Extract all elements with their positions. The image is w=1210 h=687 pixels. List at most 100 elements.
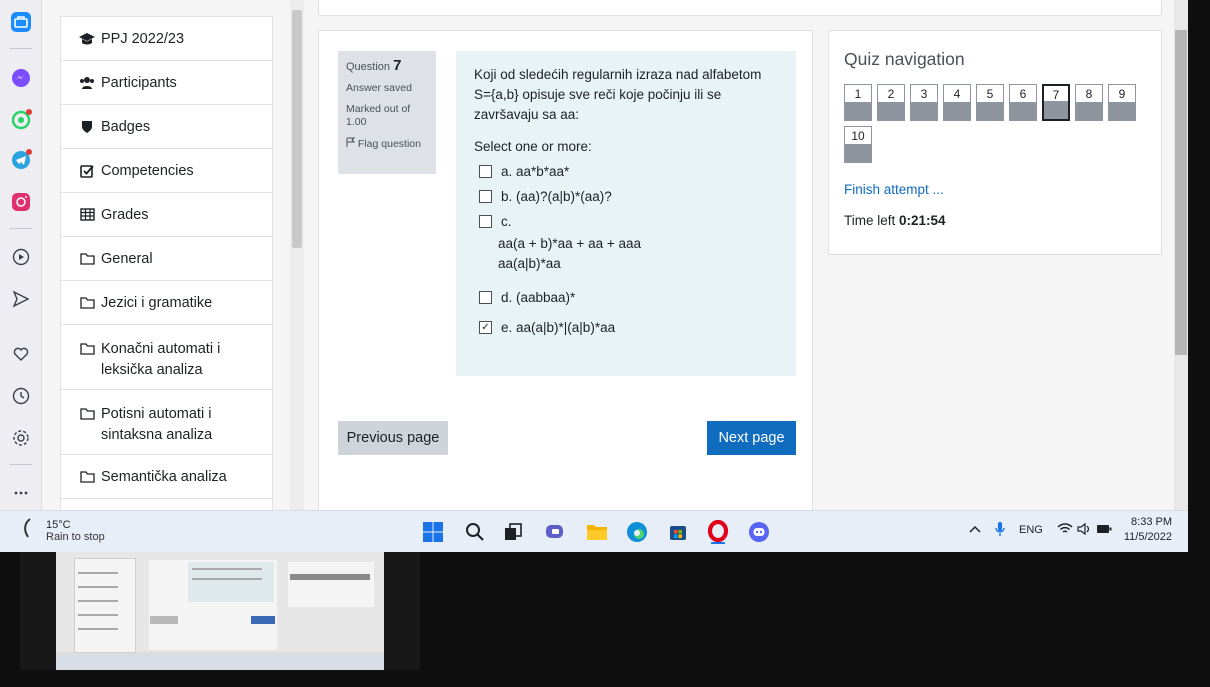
answer-option-d[interactable]: d. (aabbaa)* [474, 288, 778, 308]
quiz-nav-button[interactable]: 4 [943, 84, 971, 121]
sidebar-item-label: Competencies [101, 162, 194, 179]
checkbox-checked[interactable]: ✓ [479, 321, 492, 334]
volume-icon[interactable] [1077, 522, 1092, 538]
battery-icon[interactable] [1096, 524, 1112, 537]
settings-icon[interactable] [9, 426, 33, 450]
course-home-link[interactable]: PPJ 2022/23 [61, 17, 272, 61]
quiz-navigation-title: Quiz navigation [844, 49, 965, 69]
shield-icon [79, 119, 95, 135]
question-card: Question 7 Answer saved Marked out of 1.… [318, 30, 813, 510]
question-number-value: 7 [393, 57, 402, 74]
sidebar-item-grades[interactable]: Grades [61, 193, 272, 237]
player-icon[interactable] [9, 245, 33, 269]
wifi-icon[interactable] [1057, 522, 1073, 538]
quiz-navigation: Quiz navigation 1 2 3 4 5 6 7 8 9 10 Fin… [828, 30, 1162, 255]
sidebar-item-label: Grades [101, 206, 149, 223]
chat-icon[interactable] [543, 520, 567, 544]
question-label: Question [346, 61, 391, 73]
time-left-value: 0:21:54 [899, 213, 946, 228]
sidebar-item-participants[interactable]: Participants [61, 61, 272, 105]
messenger-icon[interactable] [9, 66, 33, 90]
checkbox[interactable] [479, 215, 492, 228]
quiz-nav-button[interactable]: 6 [1009, 84, 1037, 121]
telegram-icon[interactable] [9, 148, 33, 172]
select-label: Select one or more: [474, 139, 592, 154]
answer-option-b[interactable]: b. (aa)?(a|b)*(aa)? [474, 187, 778, 207]
checkbox[interactable] [479, 190, 492, 203]
checkbox-icon [79, 163, 95, 179]
time-left: Time left 0:21:54 [844, 213, 1146, 228]
flag-question-button[interactable]: Flag question [346, 137, 428, 151]
answer-label: c. [501, 214, 512, 229]
quiz-nav-button[interactable]: 5 [976, 84, 1004, 121]
sidebar-item-label: Participants [101, 74, 177, 91]
search-icon[interactable] [463, 520, 487, 544]
answer-label: d. (aabbaa)* [501, 290, 576, 305]
screen-thumbnail [20, 552, 420, 670]
next-page-button[interactable]: Next page [707, 421, 796, 455]
answer-line: aa(a + b)*aa + aa + aaa [498, 236, 641, 251]
workspaces-icon[interactable] [9, 10, 33, 34]
send-icon[interactable] [9, 287, 33, 311]
checkbox[interactable] [479, 291, 492, 304]
folder-icon [79, 469, 95, 485]
weather-condition: Rain to stop [46, 530, 105, 543]
heart-icon[interactable] [9, 342, 33, 366]
task-view-icon[interactable] [501, 520, 525, 544]
browser-sidebar [0, 0, 42, 510]
time-left-label: Time left [844, 213, 896, 228]
page-scrollbar[interactable] [1174, 0, 1188, 510]
answer-label: e. aa(a|b)*|(a|b)*aa [501, 320, 616, 335]
question-grade: Marked out of 1.00 [346, 103, 411, 128]
quiz-nav-button[interactable]: 8 [1075, 84, 1103, 121]
sidebar-item-label: PPJ 2022/23 [101, 30, 185, 47]
instagram-icon[interactable] [9, 190, 33, 214]
answer-option-c[interactable]: c. aa(a + b)*aa + aa + aaa aa(a|b)*aa [474, 212, 778, 274]
users-icon [79, 75, 95, 91]
discord-icon[interactable] [747, 520, 771, 544]
question-content: Koji od sledećih regularnih izraza nad a… [456, 51, 796, 376]
sidebar-item-label: Semantička analiza [101, 468, 227, 485]
weather-widget[interactable]: 15°C Rain to stop [22, 517, 105, 544]
answer-option-e[interactable]: ✓ e. aa(a|b)*|(a|b)*aa [474, 318, 778, 338]
windows-start-icon[interactable] [421, 520, 445, 544]
quiz-nav-button[interactable]: 3 [910, 84, 938, 121]
sidebar-item-competencies[interactable]: Competencies [61, 149, 272, 193]
store-icon[interactable] [666, 520, 690, 544]
sidebar-item-badges[interactable]: Badges [61, 105, 272, 149]
edge-icon[interactable] [625, 520, 649, 544]
quiz-nav-buttons: 1 2 3 4 5 6 7 8 9 10 [844, 84, 1144, 168]
history-icon[interactable] [9, 384, 33, 408]
folder-icon [79, 405, 95, 421]
sidebar-item-potisni[interactable]: Potisni automati i sintaksna analiza [61, 390, 272, 455]
answer-label: b. (aa)?(a|b)*(aa)? [501, 189, 612, 204]
course-index-scrollbar[interactable] [290, 0, 304, 510]
sidebar-item-label: General [101, 250, 153, 267]
sidebar-item-semanticka[interactable]: Semantička analiza [61, 455, 272, 499]
answer-label: a. aa*b*aa* [501, 164, 570, 179]
file-explorer-icon[interactable] [585, 520, 609, 544]
sidebar-item-konacni[interactable]: Konačni automati i leksička analiza [61, 325, 272, 390]
checkbox[interactable] [479, 165, 492, 178]
language-indicator[interactable]: ENG [1019, 524, 1043, 536]
whatsapp-icon[interactable] [9, 108, 33, 132]
answer-option-a[interactable]: a. aa*b*aa* [474, 162, 778, 182]
clock-date: 11/5/2022 [1123, 531, 1172, 543]
opera-icon[interactable] [706, 520, 730, 544]
sidebar-item-general[interactable]: General [61, 237, 272, 281]
quiz-nav-button[interactable]: 9 [1108, 84, 1136, 121]
microphone-icon[interactable] [995, 521, 1005, 540]
sidebar-item-label: Badges [101, 118, 151, 135]
question-state: Answer saved [346, 82, 412, 94]
sidebar-item-jezici[interactable]: Jezici i gramatike [61, 281, 272, 325]
chevron-up-icon[interactable] [969, 524, 981, 536]
quiz-nav-button[interactable]: 1 [844, 84, 872, 121]
previous-page-button[interactable]: Previous page [338, 421, 448, 455]
more-icon[interactable] [9, 478, 33, 502]
sidebar-item-label: Potisni automati i sintaksna analiza [101, 406, 213, 443]
finish-attempt-link[interactable]: Finish attempt ... [844, 182, 1146, 197]
clock[interactable]: 8:33 PM 11/5/2022 [1124, 515, 1172, 545]
quiz-nav-button[interactable]: 10 [844, 126, 872, 163]
quiz-nav-button-current[interactable]: 7 [1042, 84, 1070, 121]
quiz-nav-button[interactable]: 2 [877, 84, 905, 121]
